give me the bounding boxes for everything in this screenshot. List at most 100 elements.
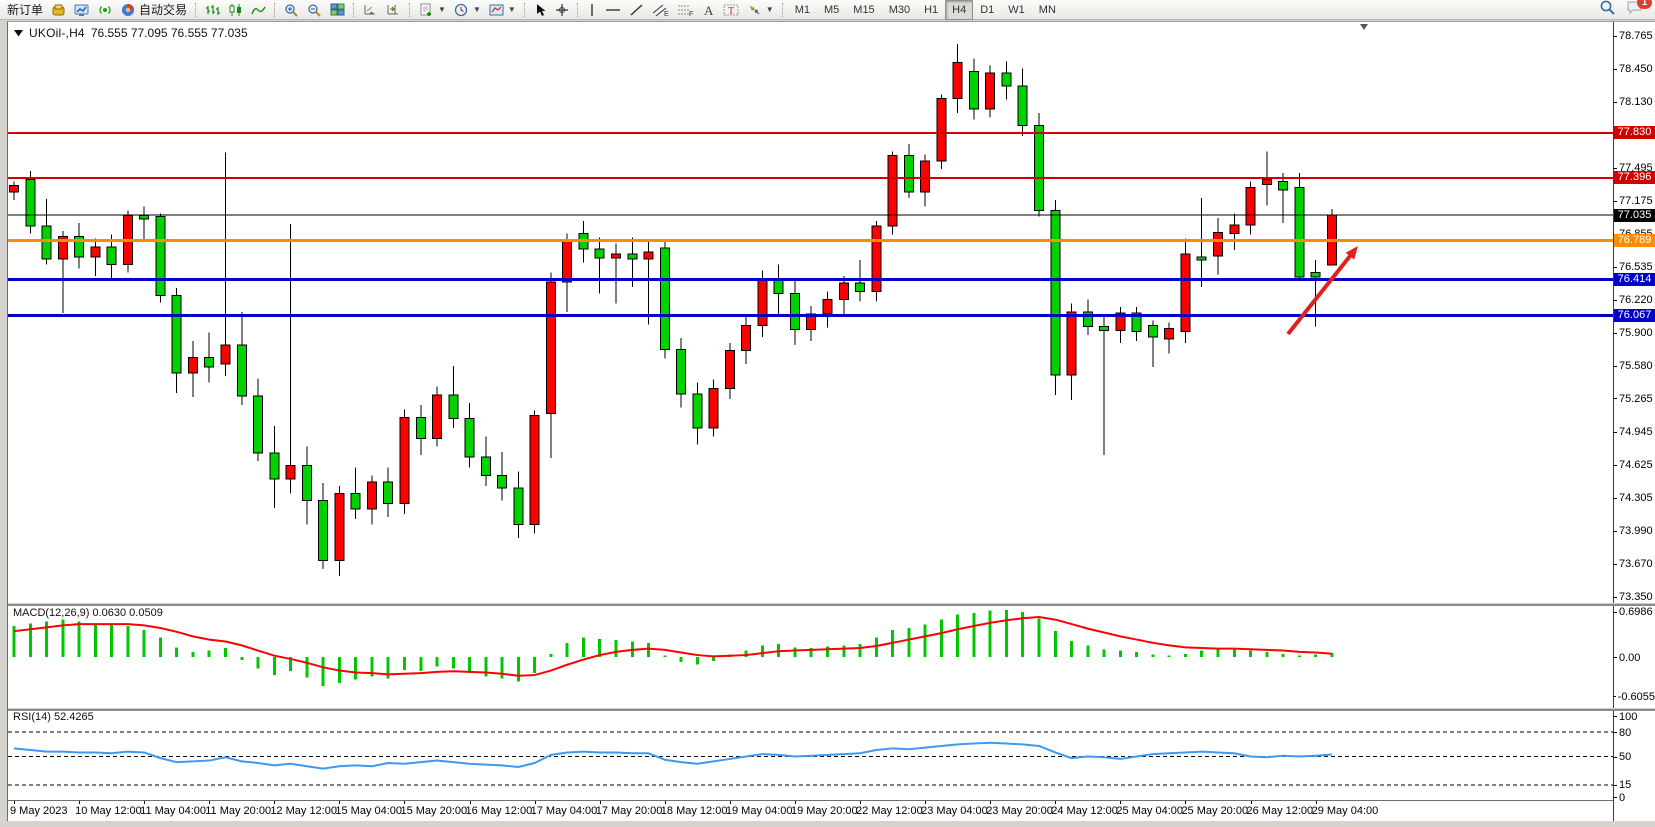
vertical-line-button[interactable] xyxy=(583,1,601,19)
trendline-button[interactable] xyxy=(625,1,648,19)
time-axis-tick xyxy=(14,801,15,804)
toolbar-separator xyxy=(782,3,784,17)
timeframe-button-m1[interactable]: M1 xyxy=(788,0,817,20)
time-axis-label: 25 May 20:00 xyxy=(1181,805,1248,817)
periods-button[interactable]: ▼ xyxy=(450,1,485,19)
price-line-badge: 76.789 xyxy=(1614,234,1655,247)
timeframe-button-w1[interactable]: W1 xyxy=(1001,0,1032,20)
price-line-badge: 77.396 xyxy=(1614,171,1655,184)
symbol-dropdown-icon[interactable] xyxy=(14,30,23,37)
timeframe-button-h1[interactable]: H1 xyxy=(917,0,945,20)
axis-tick: 50 xyxy=(1613,751,1655,764)
axis-tick: 0.00 xyxy=(1613,651,1655,664)
svg-text:A: A xyxy=(704,3,714,17)
time-axis-tick xyxy=(1055,801,1056,804)
pane-separator[interactable] xyxy=(8,708,1655,711)
templates-icon xyxy=(489,3,504,17)
time-axis-tick xyxy=(79,801,80,804)
zoom-out-icon xyxy=(307,3,322,17)
svg-text:T: T xyxy=(728,6,734,17)
timeframe-button-m15[interactable]: M15 xyxy=(846,0,881,20)
add-indicator-button[interactable]: ▼ xyxy=(415,1,450,19)
signals-button[interactable] xyxy=(94,1,117,19)
axis-tick: 74.625 xyxy=(1613,459,1655,472)
time-axis-label: 19 May 20:00 xyxy=(791,805,858,817)
chart-shift-icon xyxy=(386,3,401,17)
text-label-icon: T xyxy=(723,3,739,17)
arrows-tool-icon xyxy=(747,3,762,17)
horizontal-line-button[interactable] xyxy=(601,1,625,19)
timeframe-button-mn[interactable]: MN xyxy=(1032,0,1063,20)
zoom-out-button[interactable] xyxy=(303,1,326,19)
time-axis-label: 15 May 20:00 xyxy=(400,805,467,817)
time-axis-label: 15 May 04:00 xyxy=(335,805,402,817)
timeframe-button-h4[interactable]: H4 xyxy=(945,0,973,20)
equidistant-channel-icon: E xyxy=(652,3,669,17)
time-axis-label: 29 May 04:00 xyxy=(1312,805,1379,817)
chevron-down-icon: ▼ xyxy=(438,5,446,14)
toolbar-separator xyxy=(577,3,579,17)
axis-tick: 78.130 xyxy=(1613,96,1655,109)
time-axis-label: 11 May 04:00 xyxy=(140,805,206,817)
time-axis-tick xyxy=(274,801,275,804)
time-axis-tick xyxy=(1185,801,1186,804)
price-line-badge: 77.830 xyxy=(1614,126,1655,139)
new-order-label: 新订单 xyxy=(7,1,43,18)
axis-tick: 78.450 xyxy=(1613,63,1655,76)
rsi-canvas[interactable] xyxy=(8,710,1613,800)
market-watch-button[interactable] xyxy=(70,1,94,19)
candlestick-chart-button[interactable] xyxy=(224,1,247,19)
axis-tick: 77.175 xyxy=(1613,195,1655,208)
text-button[interactable]: A xyxy=(698,1,719,19)
line-chart-button[interactable] xyxy=(247,1,270,19)
arrows-tool-button[interactable]: ▼ xyxy=(743,1,778,19)
zoom-in-button[interactable] xyxy=(280,1,303,19)
cursor-icon xyxy=(534,3,547,17)
order-icon-button[interactable] xyxy=(47,1,70,19)
axis-tick: 75.580 xyxy=(1613,360,1655,373)
axis-tick: 73.670 xyxy=(1613,558,1655,571)
time-axis[interactable]: 9 May 202310 May 12:0011 May 04:0011 May… xyxy=(8,801,1613,821)
time-axis-label: 24 May 12:00 xyxy=(1051,805,1118,817)
new-order-button[interactable]: 新订单 xyxy=(3,1,47,19)
cursor-button[interactable] xyxy=(530,1,551,19)
chat-button[interactable]: 1 xyxy=(1626,0,1644,20)
signals-icon xyxy=(98,3,113,17)
main-chart-canvas[interactable] xyxy=(8,22,1613,602)
time-axis-label: 22 May 12:00 xyxy=(856,805,923,817)
window-left-edge xyxy=(0,21,8,827)
crosshair-button[interactable] xyxy=(551,1,573,19)
bar-chart-button[interactable] xyxy=(201,1,224,19)
auto-scroll-button[interactable] xyxy=(359,1,382,19)
time-axis-label: 19 May 04:00 xyxy=(726,805,793,817)
toolbar-separator xyxy=(195,3,197,17)
toolbar-separator xyxy=(409,3,411,17)
templates-button[interactable]: ▼ xyxy=(485,1,520,19)
autotrade-button[interactable]: 自动交易 xyxy=(117,1,191,19)
time-axis-tick xyxy=(339,801,340,804)
fibonacci-button[interactable]: F xyxy=(673,1,698,19)
bar-chart-icon xyxy=(205,3,220,17)
price-line-badge: 76.414 xyxy=(1614,273,1655,286)
trendline-icon xyxy=(629,3,644,17)
macd-canvas[interactable] xyxy=(8,606,1613,707)
time-axis-label: 10 May 12:00 xyxy=(75,805,142,817)
timeframe-button-m5[interactable]: M5 xyxy=(817,0,846,20)
rsi-label: RSI(14) 52.4265 xyxy=(13,711,94,723)
line-chart-icon xyxy=(251,3,266,17)
pane-separator[interactable] xyxy=(8,603,1655,606)
timeframe-button-m30[interactable]: M30 xyxy=(882,0,917,20)
equidistant-channel-button[interactable]: E xyxy=(648,1,673,19)
time-axis-tick xyxy=(600,801,601,804)
time-axis-tick xyxy=(535,801,536,804)
search-icon[interactable] xyxy=(1599,0,1616,20)
window-bottom-edge xyxy=(0,821,1655,827)
gold-order-icon xyxy=(51,3,66,17)
timeframe-button-d1[interactable]: D1 xyxy=(973,0,1001,20)
tile-windows-button[interactable] xyxy=(326,1,349,19)
toolbar-separator xyxy=(274,3,276,17)
time-axis-label: 11 May 20:00 xyxy=(205,805,271,817)
timeframe-bar: M1M5M15M30H1H4D1W1MN xyxy=(788,0,1063,20)
text-label-button[interactable]: T xyxy=(719,1,743,19)
chart-shift-button[interactable] xyxy=(382,1,405,19)
